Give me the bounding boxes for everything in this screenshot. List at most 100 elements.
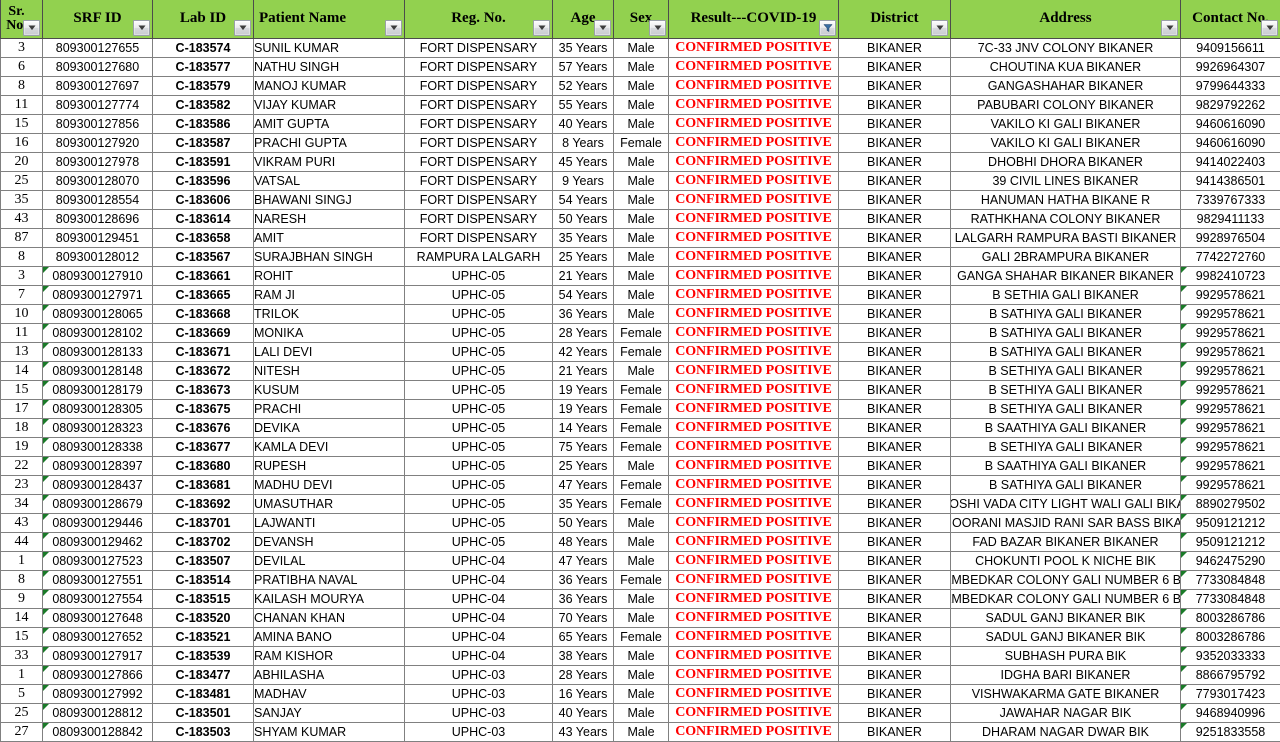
cell-dist[interactable]: BIKANER bbox=[839, 133, 951, 152]
cell-dist[interactable]: BIKANER bbox=[839, 266, 951, 285]
cell-reg[interactable]: UPHC-05 bbox=[405, 494, 553, 513]
cell-addr[interactable]: IDGHA BARI BIKANER bbox=[951, 665, 1181, 684]
cell-sex[interactable]: Male bbox=[614, 513, 669, 532]
cell-reg[interactable]: UPHC-05 bbox=[405, 380, 553, 399]
cell-addr[interactable]: VAKILO KI GALI BIKANER bbox=[951, 114, 1181, 133]
cell-res[interactable]: CONFIRMED POSITIVE bbox=[669, 551, 839, 570]
cell-dist[interactable]: BIKANER bbox=[839, 38, 951, 57]
cell-phone[interactable]: 9929578621 bbox=[1181, 380, 1280, 399]
cell-name[interactable]: RAM KISHOR bbox=[254, 646, 405, 665]
cell-phone[interactable]: 9468940996 bbox=[1181, 703, 1280, 722]
cell-dist[interactable]: BIKANER bbox=[839, 114, 951, 133]
cell-lab[interactable]: C-183668 bbox=[153, 304, 254, 323]
cell-reg[interactable]: UPHC-05 bbox=[405, 304, 553, 323]
cell-age[interactable]: 45 Years bbox=[553, 152, 614, 171]
cell-age[interactable]: 50 Years bbox=[553, 513, 614, 532]
cell-res[interactable]: CONFIRMED POSITIVE bbox=[669, 703, 839, 722]
cell-age[interactable]: 48 Years bbox=[553, 532, 614, 551]
cell-reg[interactable]: UPHC-05 bbox=[405, 475, 553, 494]
cell-age[interactable]: 28 Years bbox=[553, 323, 614, 342]
cell-srno[interactable]: 44 bbox=[1, 532, 43, 551]
cell-srf[interactable]: 0809300128338 bbox=[43, 437, 153, 456]
cell-sex[interactable]: Male bbox=[614, 684, 669, 703]
cell-dist[interactable]: BIKANER bbox=[839, 551, 951, 570]
cell-addr[interactable]: HANUMAN HATHA BIKANE R bbox=[951, 190, 1181, 209]
cell-phone[interactable]: 9251833558 bbox=[1181, 722, 1280, 741]
cell-srf[interactable]: 0809300128305 bbox=[43, 399, 153, 418]
cell-age[interactable]: 43 Years bbox=[553, 722, 614, 741]
cell-dist[interactable]: BIKANER bbox=[839, 418, 951, 437]
filter-dropdown-icon[interactable] bbox=[649, 20, 666, 36]
cell-sex[interactable]: Female bbox=[614, 494, 669, 513]
cell-srno[interactable]: 27 bbox=[1, 722, 43, 741]
cell-srf[interactable]: 0809300128179 bbox=[43, 380, 153, 399]
cell-name[interactable]: TRILOK bbox=[254, 304, 405, 323]
cell-res[interactable]: CONFIRMED POSITIVE bbox=[669, 608, 839, 627]
cell-reg[interactable]: RAMPURA LALGARH bbox=[405, 247, 553, 266]
cell-res[interactable]: CONFIRMED POSITIVE bbox=[669, 247, 839, 266]
cell-res[interactable]: CONFIRMED POSITIVE bbox=[669, 38, 839, 57]
cell-age[interactable]: 47 Years bbox=[553, 475, 614, 494]
cell-srf[interactable]: 809300127680 bbox=[43, 57, 153, 76]
cell-sex[interactable]: Female bbox=[614, 418, 669, 437]
cell-phone[interactable]: 7339767333 bbox=[1181, 190, 1280, 209]
cell-res[interactable]: CONFIRMED POSITIVE bbox=[669, 95, 839, 114]
cell-res[interactable]: CONFIRMED POSITIVE bbox=[669, 209, 839, 228]
cell-age[interactable]: 52 Years bbox=[553, 76, 614, 95]
cell-lab[interactable]: C-183521 bbox=[153, 627, 254, 646]
cell-dist[interactable]: BIKANER bbox=[839, 247, 951, 266]
cell-dist[interactable]: BIKANER bbox=[839, 646, 951, 665]
cell-phone[interactable]: 9928976504 bbox=[1181, 228, 1280, 247]
cell-phone[interactable]: 9409156611 bbox=[1181, 38, 1280, 57]
cell-srno[interactable]: 1 bbox=[1, 665, 43, 684]
cell-addr[interactable]: JOSHI VADA CITY LIGHT WALI GALI BIKANER bbox=[951, 494, 1181, 513]
cell-name[interactable]: VIJAY KUMAR bbox=[254, 95, 405, 114]
cell-phone[interactable]: 9929578621 bbox=[1181, 475, 1280, 494]
cell-reg[interactable]: UPHC-05 bbox=[405, 361, 553, 380]
cell-name[interactable]: LAJWANTI bbox=[254, 513, 405, 532]
cell-phone[interactable]: 9509121212 bbox=[1181, 532, 1280, 551]
cell-phone[interactable]: 9929578621 bbox=[1181, 342, 1280, 361]
cell-addr[interactable]: 39 CIVIL LINES BIKANER bbox=[951, 171, 1181, 190]
cell-res[interactable]: CONFIRMED POSITIVE bbox=[669, 532, 839, 551]
cell-reg[interactable]: UPHC-05 bbox=[405, 437, 553, 456]
cell-addr[interactable]: 7C-33 JNV COLONY BIKANER bbox=[951, 38, 1181, 57]
cell-age[interactable]: 16 Years bbox=[553, 684, 614, 703]
cell-reg[interactable]: UPHC-05 bbox=[405, 285, 553, 304]
cell-sex[interactable]: Female bbox=[614, 342, 669, 361]
cell-res[interactable]: CONFIRMED POSITIVE bbox=[669, 190, 839, 209]
cell-addr[interactable]: B SATHIYA GALI BIKANER bbox=[951, 323, 1181, 342]
cell-reg[interactable]: UPHC-05 bbox=[405, 418, 553, 437]
cell-addr[interactable]: SADUL GANJ BIKANER BIK bbox=[951, 627, 1181, 646]
cell-srf[interactable]: 0809300127554 bbox=[43, 589, 153, 608]
cell-srf[interactable]: 809300129451 bbox=[43, 228, 153, 247]
cell-dist[interactable]: BIKANER bbox=[839, 209, 951, 228]
cell-srno[interactable]: 43 bbox=[1, 209, 43, 228]
cell-res[interactable]: CONFIRMED POSITIVE bbox=[669, 437, 839, 456]
cell-reg[interactable]: UPHC-05 bbox=[405, 399, 553, 418]
cell-lab[interactable]: C-183658 bbox=[153, 228, 254, 247]
cell-name[interactable]: KUSUM bbox=[254, 380, 405, 399]
cell-name[interactable]: RAM JI bbox=[254, 285, 405, 304]
cell-res[interactable]: CONFIRMED POSITIVE bbox=[669, 57, 839, 76]
cell-phone[interactable]: 9352033333 bbox=[1181, 646, 1280, 665]
cell-dist[interactable]: BIKANER bbox=[839, 665, 951, 684]
cell-srf[interactable]: 0809300128148 bbox=[43, 361, 153, 380]
cell-srf[interactable]: 809300127920 bbox=[43, 133, 153, 152]
cell-phone[interactable]: 9460616090 bbox=[1181, 133, 1280, 152]
cell-phone[interactable]: 7742272760 bbox=[1181, 247, 1280, 266]
cell-phone[interactable]: 7733084848 bbox=[1181, 570, 1280, 589]
cell-lab[interactable]: C-183672 bbox=[153, 361, 254, 380]
cell-phone[interactable]: 9929578621 bbox=[1181, 437, 1280, 456]
cell-age[interactable]: 75 Years bbox=[553, 437, 614, 456]
cell-dist[interactable]: BIKANER bbox=[839, 589, 951, 608]
cell-name[interactable]: AMINA BANO bbox=[254, 627, 405, 646]
cell-lab[interactable]: C-183671 bbox=[153, 342, 254, 361]
cell-lab[interactable]: C-183677 bbox=[153, 437, 254, 456]
cell-srf[interactable]: 809300128012 bbox=[43, 247, 153, 266]
cell-srf[interactable]: 0809300127551 bbox=[43, 570, 153, 589]
cell-addr[interactable]: CHOUTINA KUA BIKANER bbox=[951, 57, 1181, 76]
cell-reg[interactable]: UPHC-04 bbox=[405, 589, 553, 608]
cell-addr[interactable]: B SETHIYA GALI BIKANER bbox=[951, 399, 1181, 418]
cell-sex[interactable]: Male bbox=[614, 551, 669, 570]
